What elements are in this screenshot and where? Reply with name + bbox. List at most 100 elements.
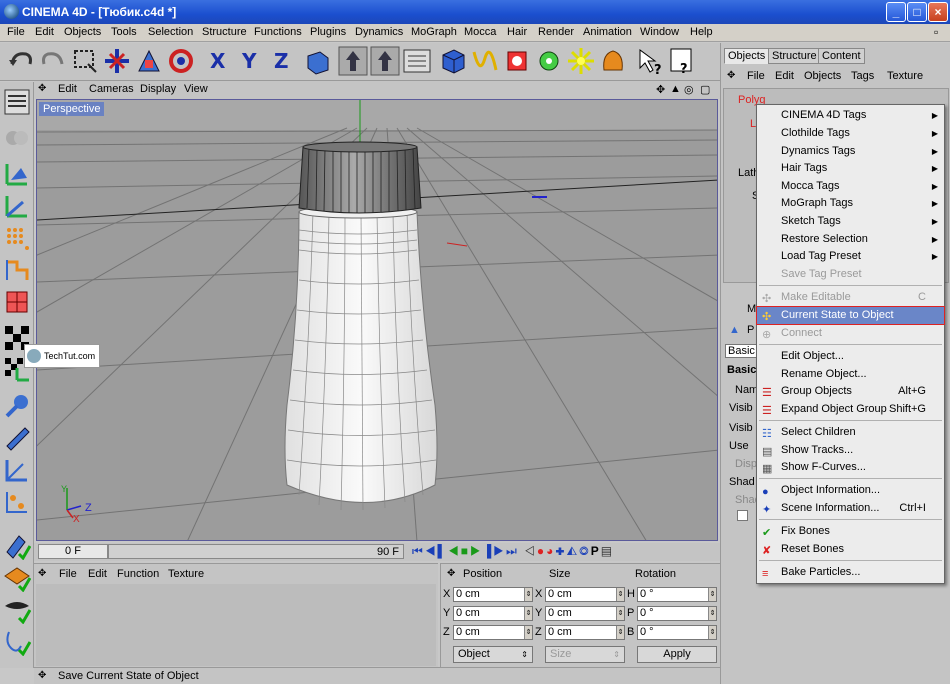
play-forward-icon[interactable]: ▶ bbox=[470, 544, 483, 558]
size-z-spinner[interactable]: ⇕ bbox=[616, 626, 624, 639]
undo-icon[interactable] bbox=[6, 46, 36, 76]
menu-edit[interactable]: Edit bbox=[35, 26, 54, 38]
goto-end-icon[interactable]: ⏭ bbox=[506, 544, 519, 558]
attr-checkbox[interactable] bbox=[737, 510, 748, 521]
sound-icon[interactable]: ◁ bbox=[524, 544, 537, 558]
menu-mocca[interactable]: Mocca bbox=[464, 26, 496, 38]
menu-item-scene-information[interactable]: ✦ Scene Information... Ctrl+I bbox=[757, 500, 944, 517]
play-backward-icon[interactable]: ◀ bbox=[448, 544, 461, 558]
menu-item-object-information[interactable]: ● Object Information... bbox=[757, 482, 944, 499]
render-view-icon[interactable] bbox=[338, 46, 368, 76]
menu-plugins[interactable]: Plugins bbox=[310, 26, 346, 38]
perspective-viewport[interactable]: Perspective Y Z X bbox=[36, 99, 718, 541]
menu-item-cinema4d-tags[interactable]: CINEMA 4D Tags ▶ bbox=[757, 107, 944, 124]
objects-menu-tags[interactable]: Tags bbox=[851, 70, 874, 82]
x-axis-icon[interactable]: X bbox=[206, 46, 236, 76]
render-settings-icon[interactable] bbox=[402, 46, 432, 76]
menu-item-expand-object-group[interactable]: ☰ Expand Object Group Shift+G bbox=[757, 401, 944, 418]
position-z-field[interactable]: 0 cm ⇕ bbox=[453, 625, 533, 640]
help-cursor-icon[interactable]: ? bbox=[636, 46, 666, 78]
menu-item-current-state-to-object[interactable]: ✣ Current State to Object bbox=[756, 306, 945, 325]
rotation-p-field[interactable]: 0 ° ⇕ bbox=[637, 606, 717, 621]
menu-item-hair-tags[interactable]: Hair Tags ▶ bbox=[757, 160, 944, 177]
menu-item-rename-object[interactable]: Rename Object... bbox=[757, 366, 944, 383]
rectangle-select-icon[interactable] bbox=[70, 46, 100, 76]
menu-objects[interactable]: Objects bbox=[64, 26, 101, 38]
model-tool-icon[interactable] bbox=[3, 160, 31, 188]
stop-icon[interactable]: ■ bbox=[461, 544, 470, 558]
material-list[interactable] bbox=[36, 584, 436, 666]
render-picture-icon[interactable] bbox=[370, 46, 400, 76]
menu-item-clothilde-tags[interactable]: Clothilde Tags ▶ bbox=[757, 125, 944, 142]
rotation-b-spinner[interactable]: ⇕ bbox=[708, 626, 716, 639]
menu-item-bake-particles[interactable]: ≡ Bake Particles... bbox=[757, 564, 944, 581]
current-frame-field[interactable]: 0 F bbox=[38, 544, 108, 559]
autokey-icon[interactable]: ◕ bbox=[546, 544, 555, 558]
menu-item-edit-object[interactable]: Edit Object... bbox=[757, 348, 944, 365]
minimize-button[interactable]: _ bbox=[886, 2, 906, 22]
sculpt-tool-icon[interactable] bbox=[3, 564, 32, 593]
nurbs-icon[interactable] bbox=[502, 46, 532, 76]
polygons-tool-icon[interactable] bbox=[3, 288, 31, 316]
menu-structure[interactable]: Structure bbox=[202, 26, 247, 38]
size-y-spinner[interactable]: ⇕ bbox=[616, 607, 624, 620]
goto-start-icon[interactable]: ⏮ bbox=[412, 544, 425, 558]
pla-key-icon[interactable]: ▤ bbox=[601, 544, 614, 558]
scale-icon[interactable] bbox=[134, 46, 164, 76]
material-menu-edit[interactable]: Edit bbox=[88, 568, 107, 580]
rotation-b-field[interactable]: 0 ° ⇕ bbox=[637, 625, 717, 640]
menu-item-mocca-tags[interactable]: Mocca Tags ▶ bbox=[757, 178, 944, 195]
rotation-h-spinner[interactable]: ⇕ bbox=[708, 588, 716, 601]
keyframe-scale-icon[interactable]: ◭ bbox=[566, 544, 579, 558]
redo-icon[interactable] bbox=[38, 46, 68, 76]
menu-dynamics[interactable]: Dynamics bbox=[355, 26, 403, 38]
bones-tool-icon[interactable] bbox=[3, 456, 31, 484]
move-icon[interactable] bbox=[102, 46, 132, 76]
scene-light-icon[interactable] bbox=[566, 46, 596, 76]
size-z-field[interactable]: 0 cm ⇕ bbox=[545, 625, 625, 640]
attr-tab-basic[interactable]: Basic bbox=[725, 344, 758, 358]
position-x-field[interactable]: 0 cm ⇕ bbox=[453, 587, 533, 602]
menu-item-group-objects[interactable]: ☰ Group Objects Alt+G bbox=[757, 383, 944, 400]
menu-item-restore-selection[interactable]: Restore Selection ▶ bbox=[757, 231, 944, 248]
spline-icon[interactable] bbox=[470, 46, 500, 76]
menu-item-select-children[interactable]: ☷ Select Children bbox=[757, 424, 944, 441]
menu-item-fix-bones[interactable]: ✔ Fix Bones bbox=[757, 523, 944, 540]
keyframe-rotation-icon[interactable]: ◎ bbox=[579, 544, 591, 558]
y-axis-icon[interactable]: Y bbox=[238, 46, 268, 76]
close-button[interactable]: × bbox=[928, 2, 948, 22]
cube-primitive-icon[interactable] bbox=[438, 46, 468, 76]
size-y-field[interactable]: 0 cm ⇕ bbox=[545, 606, 625, 621]
menu-item-show-f-curves[interactable]: ▦ Show F-Curves... bbox=[757, 459, 944, 476]
viewport-zoom-icon[interactable]: ▲ bbox=[670, 83, 681, 95]
paint-tool-icon[interactable] bbox=[3, 532, 32, 561]
record-icon[interactable]: ● bbox=[537, 544, 546, 558]
tab-structure[interactable]: Structure bbox=[768, 48, 821, 64]
position-x-spinner[interactable]: ⇕ bbox=[524, 588, 532, 601]
viewport-menu-display[interactable]: Display bbox=[140, 83, 176, 95]
menu-item-reset-bones[interactable]: ✘ Reset Bones bbox=[757, 541, 944, 558]
tab-objects[interactable]: Objects bbox=[724, 48, 770, 64]
menu-selection[interactable]: Selection bbox=[148, 26, 193, 38]
context-help-icon[interactable]: ? bbox=[668, 46, 698, 77]
edges-tool-icon[interactable] bbox=[3, 256, 31, 284]
position-y-field[interactable]: 0 cm ⇕ bbox=[453, 606, 533, 621]
objects-menu-objects[interactable]: Objects bbox=[804, 70, 841, 82]
parameter-key-icon[interactable]: P bbox=[591, 544, 601, 558]
position-y-spinner[interactable]: ⇕ bbox=[524, 607, 532, 620]
menu-item-dynamics-tags[interactable]: Dynamics Tags ▶ bbox=[757, 143, 944, 160]
menu-item-load-tag-preset[interactable]: Load Tag Preset ▶ bbox=[757, 248, 944, 265]
workplane-icon[interactable] bbox=[3, 488, 31, 516]
ik-tool-icon[interactable] bbox=[3, 424, 31, 452]
material-menu-function[interactable]: Function bbox=[117, 568, 159, 580]
objects-menu-texture[interactable]: Texture bbox=[887, 70, 923, 82]
bodypaint-tool-icon[interactable] bbox=[3, 628, 32, 657]
menu-item-mograph-tags[interactable]: MoGraph Tags ▶ bbox=[757, 195, 944, 212]
size-x-field[interactable]: 0 cm ⇕ bbox=[545, 587, 625, 602]
mdi-close-icon[interactable]: ▫ bbox=[934, 25, 938, 39]
rotation-p-spinner[interactable]: ⇕ bbox=[708, 607, 716, 620]
points-tool-icon[interactable] bbox=[3, 224, 31, 252]
next-key-icon[interactable]: ▐▶ bbox=[483, 544, 506, 558]
maximize-button[interactable]: □ bbox=[907, 2, 927, 22]
menu-window[interactable]: Window bbox=[640, 26, 679, 38]
